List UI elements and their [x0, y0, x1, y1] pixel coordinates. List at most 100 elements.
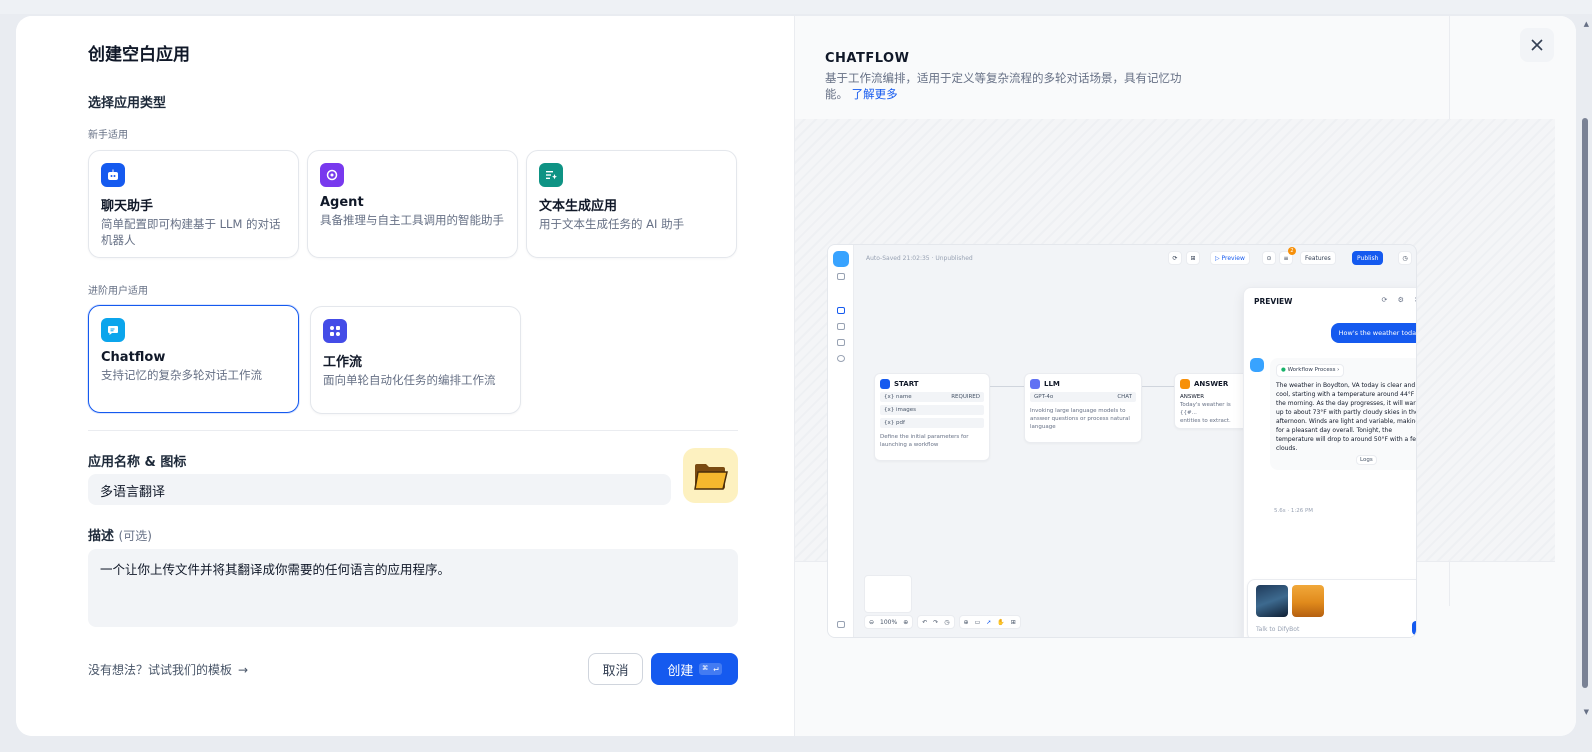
grid-icon: ⊞ [1186, 251, 1200, 265]
preview-type-title: CHATFLOW [825, 51, 910, 66]
form-panel: 创建空白应用 选择应用类型 新手适用 聊天助手 简单配置即可构建基于 LLM 的… [16, 16, 794, 736]
text-generation-icon [539, 163, 563, 187]
var-row: {x} name REQUIRED [880, 392, 984, 402]
answer-text: entities to extract. [1180, 418, 1231, 424]
features-button: Features [1300, 251, 1336, 265]
card-workflow[interactable]: 工作流 面向单轮自动化任务的编排工作流 [310, 306, 521, 414]
model-mode: CHAT [1117, 394, 1132, 400]
image-thumb [1256, 585, 1288, 617]
pointer-icon: ➚ [986, 618, 992, 626]
logs-label: Logs [1360, 457, 1373, 463]
cancel-button[interactable]: 取消 [588, 653, 643, 685]
shortcut-hint: ⌘ ↵ [699, 663, 722, 675]
workflow-icon [323, 319, 347, 343]
workflow-process-tag: ● Workflow Process › [1276, 364, 1345, 377]
hand-icon: ✋ [997, 618, 1005, 626]
answer-text: Today's weather is {{#... [1180, 402, 1231, 416]
panel-actions: ⟳ ⚙ ✕ [1381, 296, 1416, 304]
answer-text: The weather in Boydton, VA today is clea… [1276, 382, 1417, 452]
preview-canvas: Auto-Saved 21:02:35 · Unpublished ⟳ ⊞ ▷ … [795, 119, 1555, 638]
advanced-label: 进阶用户适用 [88, 286, 148, 297]
card-chatflow[interactable]: Chatflow 支持记忆的复杂多轮对话工作流 [88, 305, 299, 413]
llm-node: LLM GPT-4o CHAT Invoking large language m… [1024, 373, 1142, 443]
tool-controls: ⊕ ▭ ➚ ✋ ⊞ [958, 615, 1021, 629]
note-icon: ▭ [974, 618, 981, 626]
create-button-label: 创建 [667, 663, 694, 679]
chat-preview-panel: PREVIEW ⟳ ⚙ ✕ How's the weather today ● … [1243, 287, 1417, 637]
node-title: START [894, 380, 919, 388]
workflow-screenshot: Auto-Saved 21:02:35 · Unpublished ⟳ ⊞ ▷ … [827, 244, 1417, 638]
scrollbar[interactable] [1582, 118, 1588, 688]
create-app-dialog: 创建空白应用 选择应用类型 新手适用 聊天助手 简单配置即可构建基于 LLM 的… [16, 16, 1576, 736]
description-textarea[interactable]: 一个让你上传文件并将其翻译成你需要的任何语言的应用程序。 [88, 549, 738, 627]
chat-bot-icon [101, 163, 125, 187]
close-button[interactable] [1520, 28, 1554, 62]
template-link[interactable]: 没有想法？试试我们的模板 → [88, 661, 248, 678]
monitor-icon [837, 355, 845, 362]
zoom-control: ⊖ 100% ⊕ [864, 615, 914, 629]
orchestrate-icon [837, 307, 845, 314]
card-chat-assistant[interactable]: 聊天助手 简单配置即可构建基于 LLM 的对话机器人 [88, 150, 299, 258]
preview-button: ▷ Preview [1210, 251, 1250, 265]
node-title: ANSWER [1194, 380, 1229, 388]
history-icon: ◷ [1398, 251, 1412, 265]
var-name: {x} images [884, 407, 916, 413]
arrow-right-icon: → [238, 662, 249, 677]
node-title: LLM [1044, 380, 1060, 388]
card-agent[interactable]: Agent 具备推理与自主工具调用的智能助手 [307, 150, 518, 258]
check-icon: ● [1281, 367, 1286, 373]
description-label: 描述 (可选) [88, 525, 152, 544]
answer-label: ANSWER [1180, 394, 1205, 400]
card-title: Agent [320, 195, 364, 210]
send-icon [1412, 621, 1416, 635]
collapse-icon [837, 621, 845, 628]
name-icon-label: 应用名称 & 图标 [88, 455, 187, 470]
answer-time: 5.6s · 1:26 PM [1274, 508, 1314, 514]
scroll-up-arrow[interactable]: ▲ [1584, 20, 1589, 28]
answer-node: ANSWER ANSWER Today's weather is {{#... … [1174, 373, 1254, 429]
chat-input: Talk to DifyBot [1247, 579, 1416, 637]
card-desc: 具备推理与自主工具调用的智能助手 [320, 213, 504, 227]
app-name-input[interactable]: 多语言翻译 [88, 474, 671, 505]
app-icon-picker[interactable] [683, 448, 738, 503]
bot-avatar [1250, 358, 1264, 372]
edge [990, 386, 1024, 387]
minimap [864, 575, 912, 613]
history-controls: ↶ ↷ ◷ [917, 615, 955, 629]
bot-answer: ● Workflow Process › The weather in Boyd… [1270, 358, 1417, 470]
zoom-in-icon: ⊕ [903, 618, 909, 626]
bot-logo-icon [833, 251, 849, 267]
scroll-down-arrow[interactable]: ▼ [1584, 708, 1589, 716]
node-desc: Define the initial parameters for launch… [880, 434, 969, 448]
logs-icon [837, 339, 845, 346]
home-icon [880, 379, 890, 389]
undo-icon: ↶ [922, 618, 928, 626]
llm-icon [1030, 379, 1040, 389]
autosave-status: Auto-Saved 21:02:35 · Unpublished [866, 255, 973, 262]
logs-button: Logs [1356, 455, 1377, 465]
canvas-controls: ⊖ 100% ⊕ ↶ ↷ ◷ ⊕ ▭ ➚ ✋ ⊞ [864, 615, 1021, 629]
redo-icon: ↷ [933, 618, 939, 626]
history-icon: ◷ [944, 618, 950, 626]
start-node: START {x} name REQUIRED {x} images {x} pd… [874, 373, 990, 461]
create-button[interactable]: 创建 ⌘ ↵ [651, 653, 738, 685]
app-type-label: 选择应用类型 [88, 96, 167, 111]
chat-placeholder: Talk to DifyBot [1256, 626, 1300, 633]
preview-type-desc: 基于工作流编排，适用于定义等复杂流程的多轮对话场景，具有记忆功能。 了解更多 [825, 70, 1200, 102]
learn-more-link[interactable]: 了解更多 [852, 87, 898, 101]
var-name: {x} pdf [884, 420, 905, 426]
card-title: 工作流 [323, 355, 363, 370]
card-title: 聊天助手 [101, 199, 154, 214]
model-name: GPT-4o [1034, 394, 1054, 400]
mini-sidebar [828, 245, 854, 637]
zoom-out-icon: ⊖ [869, 618, 875, 626]
card-title: Chatflow [101, 350, 166, 365]
card-text-generation[interactable]: 文本生成应用 用于文本生成任务的 AI 助手 [526, 150, 737, 258]
optional-tag: (可选) [118, 529, 152, 543]
card-title: 文本生成应用 [539, 199, 618, 214]
preview-panel-title: PREVIEW [1254, 297, 1293, 306]
beginner-label: 新手适用 [88, 130, 128, 141]
page-background [0, 0, 1592, 14]
api-icon [837, 323, 845, 330]
var-row: {x} pdf [880, 418, 984, 428]
